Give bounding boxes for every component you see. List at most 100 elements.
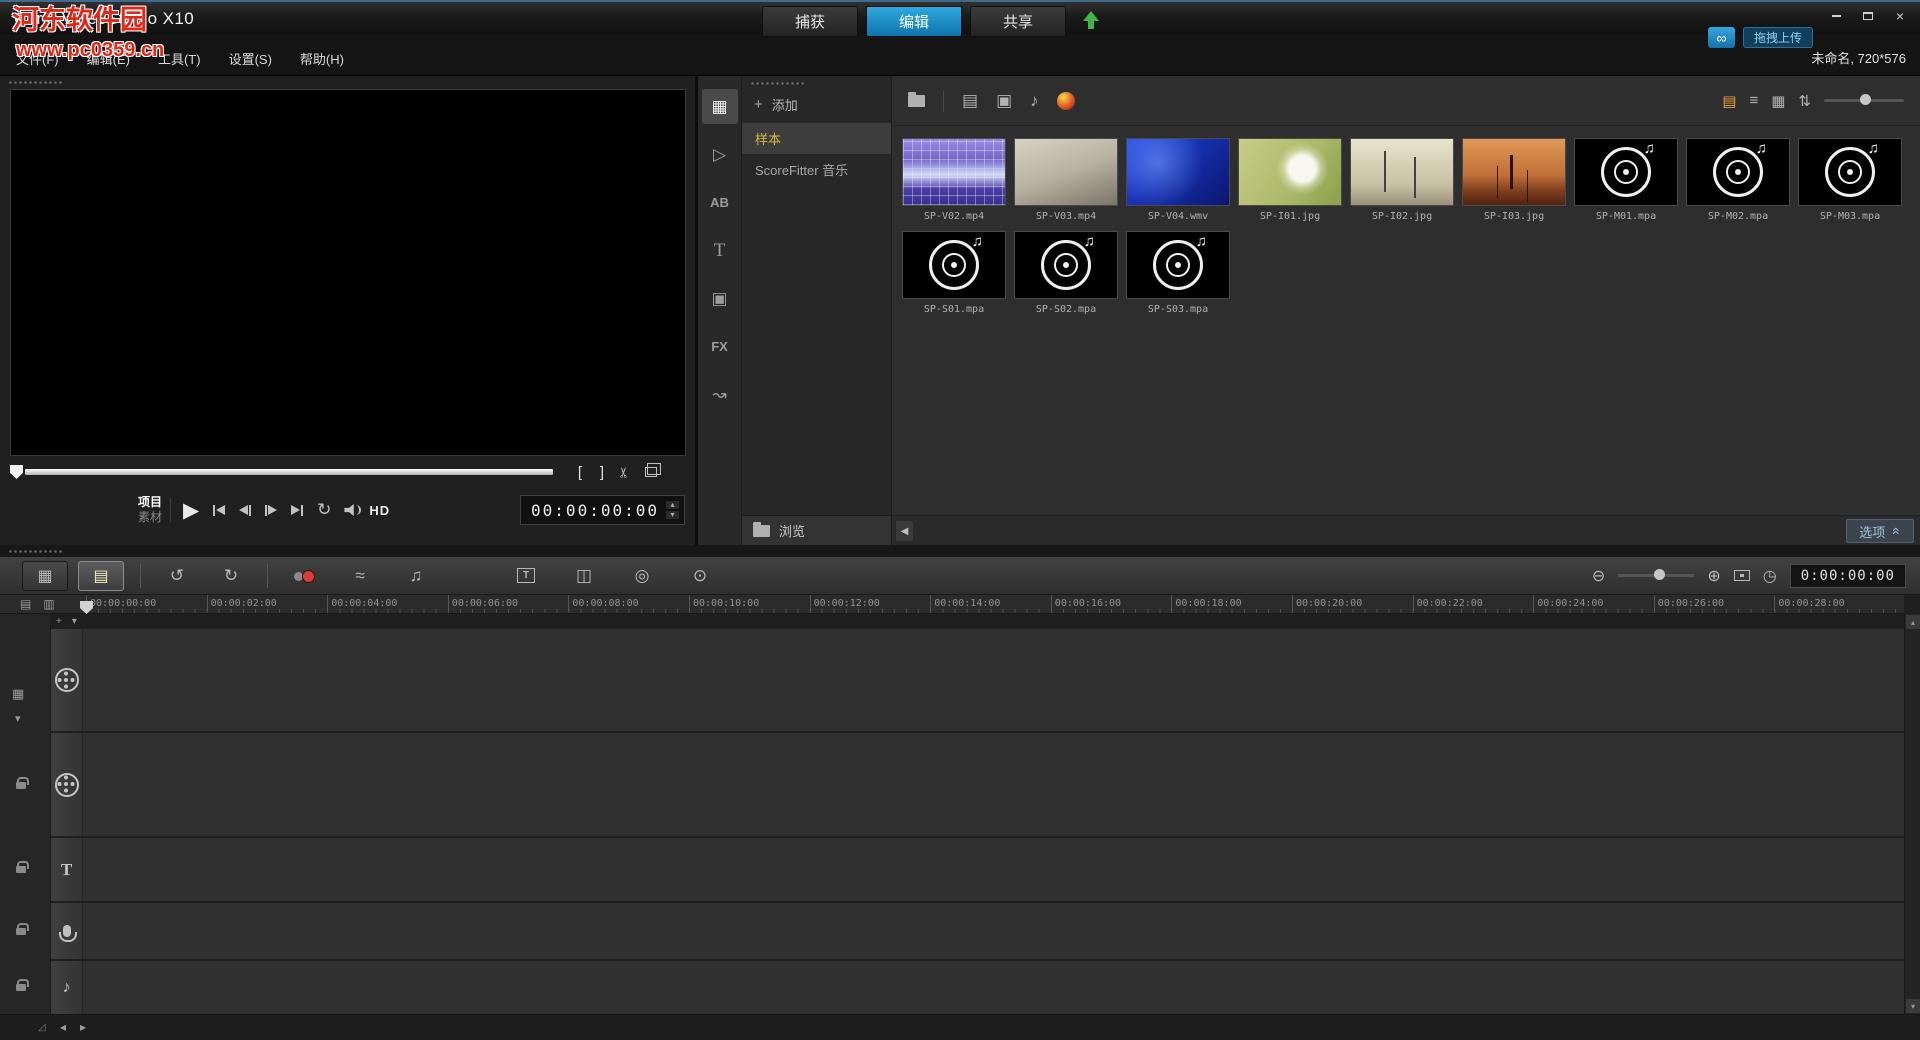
close-button[interactable]: × — [1888, 7, 1912, 24]
library-item[interactable]: ♫ SP-M02.mpa — [1686, 138, 1798, 222]
trim-handle[interactable] — [10, 465, 23, 479]
track-header[interactable] — [51, 733, 83, 836]
timeline-vertical-scrollbar[interactable]: ▴ ▾ — [1904, 614, 1920, 1014]
slider-knob[interactable] — [1860, 94, 1871, 105]
track-header[interactable]: ♪ — [51, 961, 83, 1015]
title-track-ripple-icon[interactable] — [16, 866, 26, 873]
tab-capture[interactable]: 捕获 — [762, 6, 858, 37]
library-item[interactable]: ♫ SP-V02.mp4 — [902, 138, 1014, 222]
overlay-graphic-icon[interactable]: ▣ — [702, 281, 738, 316]
category-scorefitter-music[interactable]: ScoreFitter 音乐 — [742, 154, 891, 185]
auto-music-icon[interactable]: ♫ — [396, 562, 436, 590]
thumbnail-size-slider[interactable] — [1824, 99, 1904, 102]
zoom-out-icon[interactable]: ⊖ — [1592, 566, 1605, 586]
source-clip-option[interactable]: 素材 — [138, 510, 162, 525]
timeline-view-button[interactable]: ▤ — [78, 561, 124, 591]
preview-timecode[interactable]: 00:00:00:00 — [531, 501, 659, 520]
grid-view-button[interactable]: ▦ — [1771, 92, 1785, 110]
instant-project-icon[interactable]: ▷ — [702, 137, 738, 172]
title-icon[interactable]: T — [702, 233, 738, 268]
storyboard-view-button[interactable]: ▦ — [22, 561, 68, 591]
add-category-row[interactable]: + 添加 — [742, 88, 891, 123]
list-view-button[interactable]: ≡ — [1749, 92, 1758, 109]
scroll-left-button[interactable]: ◂ — [60, 1020, 66, 1034]
menu-settings[interactable]: 设置(S) — [229, 49, 272, 68]
drag-upload-button[interactable]: 拖拽上传 — [1743, 27, 1813, 48]
tab-share[interactable]: 共享 — [970, 6, 1066, 37]
motion-path-icon[interactable]: ↝ — [702, 377, 738, 412]
options-panel-button[interactable]: 选项 « — [1846, 519, 1914, 543]
library-item[interactable]: ♫ SP-I03.jpg — [1462, 138, 1574, 222]
slider-knob[interactable] — [1654, 569, 1665, 580]
minimize-button[interactable] — [1824, 7, 1848, 24]
track-body[interactable] — [83, 961, 1904, 1015]
track-header[interactable]: T — [51, 838, 83, 901]
track-body[interactable] — [83, 903, 1904, 959]
timecode-down-button[interactable]: ▾ — [666, 511, 679, 519]
transition-icon[interactable]: AB — [702, 185, 738, 220]
next-frame-button[interactable] — [265, 505, 277, 516]
timecode-up-button[interactable]: ▴ — [666, 501, 679, 509]
library-item[interactable]: ♫ SP-S02.mpa — [1014, 231, 1126, 315]
scroll-right-button[interactable]: ▸ — [80, 1020, 86, 1034]
video-360-icon[interactable]: ⊙ — [680, 562, 720, 590]
horizontal-splitter[interactable] — [0, 545, 1920, 557]
track-header[interactable] — [51, 629, 83, 731]
panel-drag-handle[interactable] — [8, 549, 64, 554]
maximize-button[interactable] — [1856, 7, 1880, 24]
fit-project-icon[interactable] — [1734, 570, 1750, 581]
track-body[interactable] — [83, 733, 1904, 836]
track-height-icon[interactable]: ▥ — [43, 597, 54, 611]
split-clip-icon[interactable]: ✂ — [616, 461, 633, 483]
export-upload-arrow-icon[interactable] — [1082, 11, 1100, 31]
library-item[interactable]: ♫ SP-M01.mpa — [1574, 138, 1686, 222]
go-to-start-button[interactable] — [213, 505, 225, 516]
show-all-tracks-icon[interactable]: ▤ — [20, 597, 31, 611]
library-item[interactable]: ♫ SP-V03.mp4 — [1014, 138, 1126, 222]
voice-track-ripple-icon[interactable] — [16, 928, 26, 935]
timeline-zoom-slider[interactable] — [1618, 574, 1694, 577]
mark-out-button[interactable]: ] — [591, 464, 613, 481]
show-videos-icon[interactable]: ▤ — [962, 91, 978, 111]
library-item[interactable]: ♫ SP-S01.mpa — [902, 231, 1014, 315]
show-photos-icon[interactable]: ▣ — [996, 91, 1012, 111]
go-to-end-button[interactable] — [291, 505, 303, 516]
motion-tracking-icon[interactable]: ◎ — [622, 562, 662, 590]
get-more-content-icon[interactable] — [1057, 92, 1075, 110]
subtitle-editor-icon[interactable]: T — [506, 562, 546, 590]
hd-quality-label[interactable]: HD — [369, 503, 390, 518]
cloud-icon[interactable]: ∞ — [1708, 27, 1735, 48]
library-item[interactable]: ♫ SP-V04.wmv — [1126, 138, 1238, 222]
track-header[interactable] — [51, 903, 83, 959]
scroll-down-button[interactable]: ▾ — [1906, 999, 1920, 1013]
timeline-ruler[interactable]: ▤ ▥ 00:00:00:00 00:00:02:00 00:00:04:00 … — [0, 595, 1904, 614]
library-item[interactable]: ♫ SP-I02.jpg — [1350, 138, 1462, 222]
add-track-icon[interactable]: + — [56, 616, 62, 627]
sort-button[interactable]: ⇅ — [1798, 92, 1811, 110]
menu-edit[interactable]: 编辑(E) — [87, 49, 130, 68]
track-body[interactable] — [83, 629, 1904, 731]
sound-mixer-icon[interactable]: ≈ — [340, 562, 380, 590]
collapse-category-panel-button[interactable]: ◀ — [896, 521, 913, 541]
source-project-option[interactable]: 项目 — [138, 495, 162, 510]
track-manager-icon[interactable]: ▦ — [12, 686, 24, 702]
redo-button[interactable]: ↻ — [211, 562, 251, 590]
resize-grip-icon[interactable]: ◿ — [38, 1022, 46, 1033]
scroll-up-button[interactable]: ▴ — [1906, 615, 1920, 629]
mark-in-button[interactable]: [ — [569, 464, 591, 481]
overlay-track-ripple-icon[interactable] — [16, 782, 26, 789]
previous-frame-button[interactable] — [239, 505, 251, 516]
enlarge-preview-icon[interactable] — [645, 467, 657, 477]
repeat-button[interactable]: ↻ — [317, 500, 331, 520]
filter-fx-icon[interactable]: FX — [702, 329, 738, 364]
volume-icon[interactable] — [344, 504, 357, 516]
record-capture-options-icon[interactable] — [284, 562, 324, 590]
panel-drag-handle[interactable] — [8, 80, 64, 85]
track-list-caret-icon[interactable]: ▾ — [15, 712, 21, 725]
tab-edit[interactable]: 编辑 — [866, 6, 962, 37]
library-item[interactable]: ♫ SP-I01.jpg — [1238, 138, 1350, 222]
timeline-time-display[interactable]: 0:00:00:00 — [1790, 564, 1906, 588]
track-body[interactable] — [83, 838, 1904, 901]
split-screen-template-icon[interactable]: ◫ — [564, 562, 604, 590]
menu-file[interactable]: 文件(F) — [16, 49, 59, 68]
